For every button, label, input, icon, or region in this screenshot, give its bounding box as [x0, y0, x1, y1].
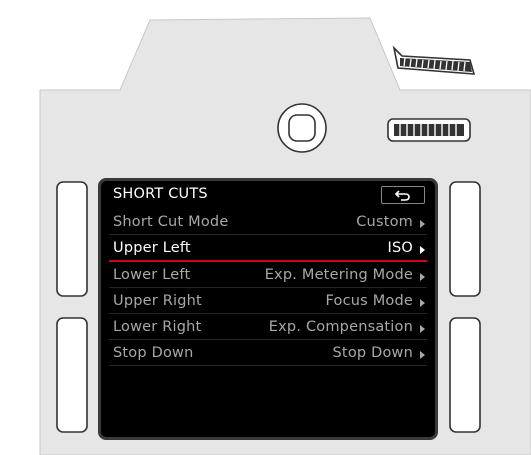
back-arrow-icon	[394, 190, 410, 201]
row-value: Custom	[356, 214, 413, 230]
row-label: Lower Left	[113, 267, 191, 283]
row-value: Stop Down	[332, 345, 413, 361]
chevron-right-icon	[420, 325, 425, 333]
menu-row-lower-left[interactable]: Lower Left Exp. Metering Mode	[109, 264, 427, 288]
row-value: Exp. Metering Mode	[264, 267, 413, 283]
menu-list: Short Cut Mode Custom Upper Left ISO Low…	[101, 211, 435, 368]
row-label: Lower Right	[113, 319, 202, 335]
upper-left-button[interactable]	[56, 181, 88, 297]
menu-row-short-cut-mode[interactable]: Short Cut Mode Custom	[109, 211, 427, 235]
back-button[interactable]	[381, 186, 425, 204]
menu-row-upper-right[interactable]: Upper Right Focus Mode	[109, 290, 427, 314]
chevron-right-icon	[420, 273, 425, 281]
row-label: Stop Down	[113, 345, 194, 361]
chevron-right-icon	[420, 299, 425, 307]
menu-row-lower-right[interactable]: Lower Right Exp. Compensation	[109, 316, 427, 340]
row-label: Upper Left	[113, 240, 191, 256]
menu-title: SHORT CUTS	[113, 186, 208, 202]
chevron-right-icon	[420, 351, 425, 359]
row-label: Upper Right	[113, 293, 202, 309]
joystick-button[interactable]	[277, 103, 327, 153]
lcd-screen: SHORT CUTS Short Cut Mode Custom Upper L…	[98, 178, 438, 440]
row-value: Focus Mode	[325, 293, 413, 309]
upper-right-button[interactable]	[449, 181, 481, 297]
camera-back: SHORT CUTS Short Cut Mode Custom Upper L…	[0, 0, 531, 455]
thumbwheel[interactable]	[387, 118, 471, 142]
row-value: ISO	[387, 240, 413, 256]
chevron-right-icon	[420, 220, 425, 228]
menu-row-upper-left[interactable]: Upper Left ISO	[109, 237, 427, 262]
menu-header: SHORT CUTS	[101, 181, 435, 207]
control-wheel[interactable]	[392, 45, 476, 75]
row-value: Exp. Compensation	[268, 319, 413, 335]
chevron-right-icon	[420, 246, 425, 254]
row-label: Short Cut Mode	[113, 214, 229, 230]
menu-row-stop-down[interactable]: Stop Down Stop Down	[109, 342, 427, 366]
lower-left-button[interactable]	[56, 317, 88, 433]
lower-right-button[interactable]	[449, 317, 481, 433]
